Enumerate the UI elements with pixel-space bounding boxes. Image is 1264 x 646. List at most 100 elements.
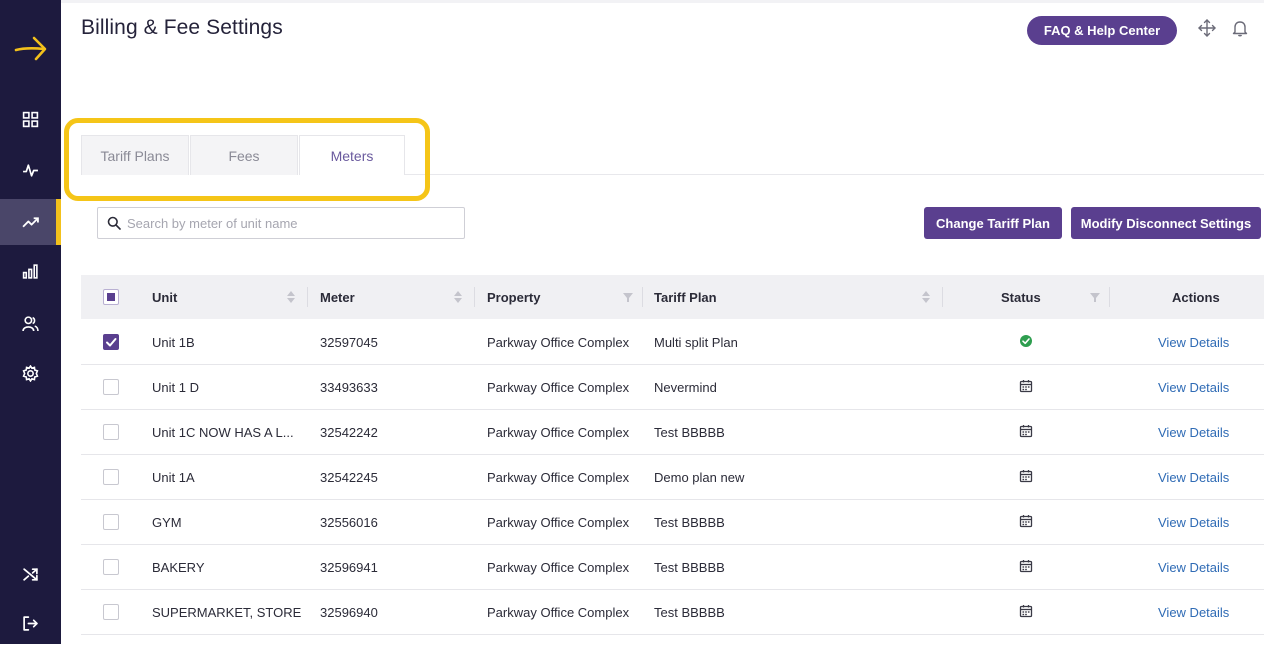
top-edge — [61, 0, 1264, 3]
table-row: Unit 1 D 33493633 Parkway Office Complex Ne… — [81, 365, 1264, 410]
cell-unit: BAKERY — [152, 559, 205, 575]
view-details-link[interactable]: View Details — [1158, 365, 1229, 409]
settings-gear-icon — [22, 364, 39, 382]
users-icon — [22, 315, 39, 331]
column-divider — [1109, 287, 1110, 307]
column-divider — [474, 287, 475, 307]
sidebar-item-reports[interactable] — [0, 248, 61, 294]
view-details-link[interactable]: View Details — [1158, 410, 1229, 454]
faq-help-center-button[interactable]: FAQ & Help Center — [1027, 16, 1177, 45]
column-header-unit[interactable]: Unit — [152, 275, 177, 319]
table-row: BAKERY 32596941 Parkway Office Complex Test… — [81, 545, 1264, 590]
sidebar-item-logout[interactable] — [0, 600, 61, 646]
filter-icon[interactable] — [623, 290, 633, 304]
row-checkbox[interactable] — [103, 424, 119, 440]
cell-property: Parkway Office Complex — [487, 334, 630, 350]
cell-unit: Unit 1 D — [152, 379, 199, 395]
move-icon[interactable] — [1198, 19, 1216, 37]
view-details-link[interactable]: View Details — [1158, 455, 1229, 499]
status-calendar-icon — [1019, 560, 1033, 573]
cell-property: Parkway Office Complex — [487, 424, 630, 440]
status-calendar-icon — [1019, 425, 1033, 438]
column-header-tariff-plan[interactable]: Tariff Plan — [654, 275, 717, 319]
table-row: SUPERMARKET, STORE 32596940 Parkway Office… — [81, 590, 1264, 635]
cell-meter: 33493633 — [320, 379, 378, 395]
cell-tariff-plan: Test BBBBB — [654, 424, 725, 440]
cell-tariff-plan: Test BBBBB — [654, 604, 725, 620]
status-calendar-icon — [1019, 470, 1033, 483]
search-box[interactable] — [97, 207, 465, 239]
cell-unit: Unit 1B — [152, 334, 195, 350]
cell-tariff-plan: Test BBBBB — [654, 514, 725, 530]
cell-tariff-plan: Multi split Plan — [654, 334, 738, 350]
status-calendar-icon — [1019, 605, 1033, 618]
sidebar-item-dashboard[interactable] — [0, 96, 61, 142]
sort-icon[interactable] — [921, 290, 931, 304]
cell-property: Parkway Office Complex — [487, 469, 630, 485]
column-header-status[interactable]: Status — [1001, 275, 1041, 319]
sidebar-item-switch[interactable] — [0, 551, 61, 597]
table-row: GYM 32556016 Parkway Office Complex Test BB… — [81, 500, 1264, 545]
search-input[interactable] — [127, 215, 447, 231]
row-checkbox[interactable] — [103, 514, 119, 530]
bar-chart-icon — [22, 263, 38, 279]
cell-unit: Unit 1C NOW HAS A L... — [152, 424, 294, 440]
row-checkbox[interactable] — [103, 604, 119, 620]
row-checkbox[interactable] — [103, 469, 119, 485]
cell-meter: 32556016 — [320, 514, 378, 530]
table-row: Unit 1A 32542245 Parkway Office Complex Dem… — [81, 455, 1264, 500]
cell-unit: GYM — [152, 514, 182, 530]
logout-icon — [23, 615, 38, 631]
table-row: Unit 1B 32597045 Parkway Office Complex Mul… — [81, 320, 1264, 365]
view-details-link[interactable]: View Details — [1158, 545, 1229, 589]
tabs-highlight-frame — [64, 118, 430, 201]
view-details-link[interactable]: View Details — [1158, 500, 1229, 544]
view-details-link[interactable]: View Details — [1158, 320, 1229, 364]
table-row: Unit 1C NOW HAS A L... 32542242 Parkway Of… — [81, 410, 1264, 455]
activity-pulse-icon — [23, 163, 38, 177]
cell-meter: 32542242 — [320, 424, 378, 440]
column-divider — [642, 287, 643, 307]
cell-tariff-plan: Test BBBBB — [654, 559, 725, 575]
sidebar-item-activity[interactable] — [0, 147, 61, 193]
status-check-circle-icon — [1020, 335, 1032, 347]
column-divider — [942, 287, 943, 307]
view-details-link[interactable]: View Details — [1158, 590, 1229, 634]
column-header-property[interactable]: Property — [487, 275, 540, 319]
cell-property: Parkway Office Complex — [487, 604, 630, 620]
cell-meter: 32596940 — [320, 604, 378, 620]
change-tariff-plan-button[interactable]: Change Tariff Plan — [924, 207, 1062, 239]
status-calendar-icon — [1019, 380, 1033, 393]
tabs-divider — [405, 174, 1264, 175]
brand-logo-arrow-icon[interactable] — [14, 34, 48, 64]
select-all-checkbox[interactable] — [103, 289, 119, 305]
dashboard-grid-icon — [22, 111, 39, 127]
sidebar-item-users[interactable] — [0, 300, 61, 346]
cell-unit: Unit 1A — [152, 469, 195, 485]
sort-icon[interactable] — [453, 290, 463, 304]
modify-disconnect-settings-button[interactable]: Modify Disconnect Settings — [1071, 207, 1261, 239]
row-checkbox[interactable] — [103, 379, 119, 395]
row-checkbox[interactable] — [103, 334, 119, 350]
cell-property: Parkway Office Complex — [487, 514, 630, 530]
trending-up-icon — [22, 216, 39, 227]
column-divider — [307, 287, 308, 307]
search-icon — [107, 216, 121, 230]
status-calendar-icon — [1019, 515, 1033, 528]
sort-icon[interactable] — [286, 290, 296, 304]
cell-unit: SUPERMARKET, STORE — [152, 604, 302, 620]
shuffle-icon — [23, 567, 38, 581]
column-header-meter[interactable]: Meter — [320, 275, 355, 319]
cell-meter: 32542245 — [320, 469, 378, 485]
cell-meter: 32597045 — [320, 334, 378, 350]
cell-meter: 32596941 — [320, 559, 378, 575]
cell-property: Parkway Office Complex — [487, 379, 630, 395]
sidebar-item-settings[interactable] — [0, 350, 61, 396]
sidebar-item-billing[interactable] — [0, 199, 61, 245]
table-header: Unit Meter Property Tariff Plan Status A… — [81, 275, 1264, 319]
cell-tariff-plan: Demo plan new — [654, 469, 745, 485]
bell-icon[interactable] — [1231, 19, 1249, 37]
filter-icon[interactable] — [1090, 290, 1100, 304]
page-title: Billing & Fee Settings — [81, 16, 283, 39]
row-checkbox[interactable] — [103, 559, 119, 575]
